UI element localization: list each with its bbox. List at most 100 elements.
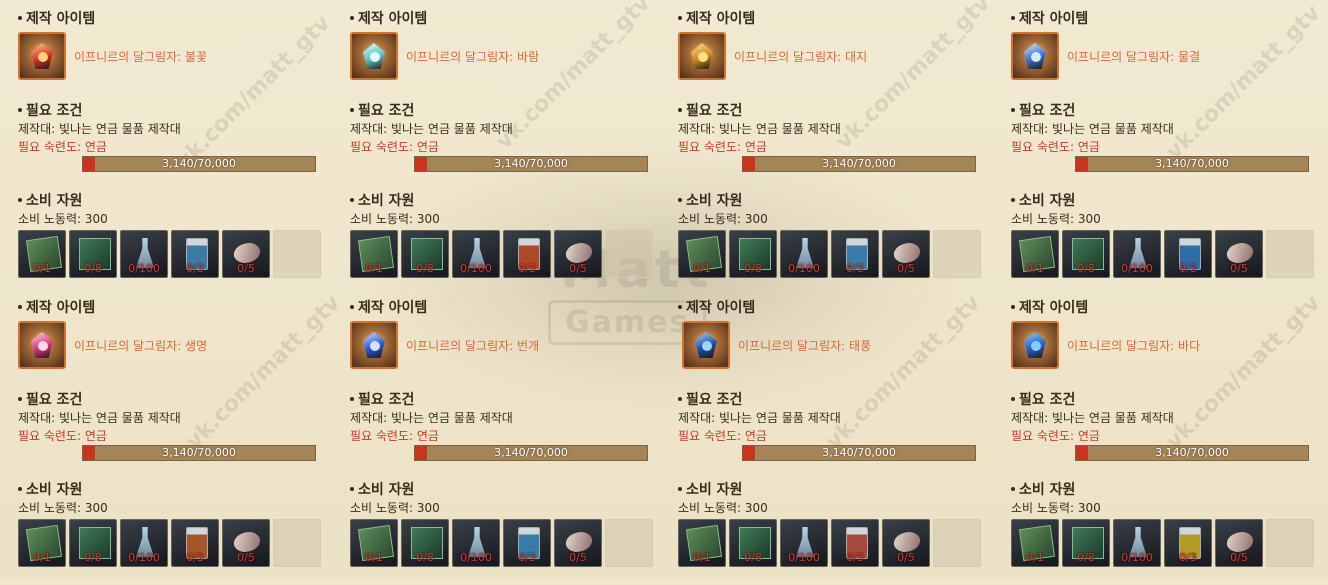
labor-text: 소비 노동력: 300: [350, 212, 440, 226]
empty-resource-slot: [605, 519, 653, 567]
resource-slot[interactable]: 0/5: [554, 519, 602, 567]
workbench-text: 제작대: 빛나는 연금 물품 제작대: [350, 411, 513, 425]
resource-slot[interactable]: 0/8: [1062, 519, 1110, 567]
proficiency-text: 필요 숙련도: 연금: [678, 140, 767, 154]
resource-slot[interactable]: 0/5: [554, 230, 602, 278]
slot-count: 0/8: [744, 262, 762, 275]
workbench-text: 제작대: 빛나는 연금 물품 제작대: [18, 122, 181, 136]
bullet-icon: [678, 198, 682, 202]
workbench-text: 제작대: 빛나는 연금 물품 제작대: [1011, 122, 1174, 136]
resource-slot[interactable]: 0/5: [882, 230, 930, 278]
resource-slot[interactable]: 0/8: [401, 519, 449, 567]
resource-slot[interactable]: 0/1: [1011, 230, 1059, 278]
resource-slot[interactable]: 0/8: [69, 519, 117, 567]
resource-slot[interactable]: 0/1: [678, 230, 726, 278]
crafting-grid: 제작 아이템 이프니르의 달그림자: 불꽃 필요 조건 제작대: 빛나는 연금 …: [0, 0, 1328, 578]
craft-item-label: 제작 아이템: [358, 11, 428, 27]
resource-slot[interactable]: 0/100: [452, 519, 500, 567]
resources-heading: 소비 자원: [678, 190, 742, 210]
slot-count: 0/1: [1026, 551, 1044, 564]
item-icon[interactable]: [350, 321, 398, 369]
resource-slot[interactable]: 0/5: [882, 519, 930, 567]
slot-count: 0/1: [33, 551, 51, 564]
resource-slot[interactable]: 0/1: [18, 519, 66, 567]
resource-slot[interactable]: 0/100: [780, 230, 828, 278]
proficiency-text: 필요 숙련도: 연금: [350, 429, 439, 443]
bullet-icon: [1011, 198, 1015, 202]
slot-count: 0/1: [693, 551, 711, 564]
resource-slot[interactable]: 0/8: [69, 230, 117, 278]
craft-panel: 제작 아이템 이프니르의 달그림자: 대지 필요 조건 제작대: 빛나는 연금 …: [678, 8, 988, 296]
item-icon[interactable]: [350, 32, 398, 80]
resource-slots: 0/1 0/8 0/100 0/3 0/5: [18, 519, 321, 567]
resource-slot[interactable]: 0/1: [18, 230, 66, 278]
craft-item-label: 제작 아이템: [26, 300, 96, 316]
resource-slot[interactable]: 0/3: [171, 519, 219, 567]
resource-slot[interactable]: 0/3: [831, 230, 879, 278]
slot-count: 0/5: [897, 262, 915, 275]
slot-count: 0/1: [1026, 262, 1044, 275]
resource-slot[interactable]: 0/1: [350, 519, 398, 567]
requirements-heading: 필요 조건: [18, 389, 82, 409]
proficiency-progress-bar: 3,140/70,000: [1075, 156, 1309, 172]
labor-text: 소비 노동력: 300: [678, 212, 768, 226]
requirements-label: 필요 조건: [26, 103, 83, 119]
resource-slot[interactable]: 0/3: [171, 230, 219, 278]
requirements-heading: 필요 조건: [350, 100, 414, 120]
proficiency-text: 필요 숙련도: 연금: [18, 429, 107, 443]
resource-slot[interactable]: 0/100: [120, 519, 168, 567]
resources-heading: 소비 자원: [350, 479, 414, 499]
bullet-icon: [678, 397, 682, 401]
resource-slot[interactable]: 0/8: [1062, 230, 1110, 278]
slot-count: 0/5: [237, 262, 255, 275]
resources-label: 소비 자원: [26, 193, 83, 209]
resource-slot[interactable]: 0/3: [503, 230, 551, 278]
item-icon[interactable]: [18, 32, 66, 80]
item-icon[interactable]: [18, 321, 66, 369]
resource-slot[interactable]: 0/5: [1215, 230, 1263, 278]
resource-slot[interactable]: 0/1: [350, 230, 398, 278]
workbench-text: 제작대: 빛나는 연금 물품 제작대: [678, 122, 841, 136]
bullet-icon: [18, 16, 22, 20]
item-name: 이프니르의 달그림자: 태풍: [738, 339, 872, 353]
proficiency-progress-bar: 3,140/70,000: [742, 156, 976, 172]
resource-slot[interactable]: 0/3: [831, 519, 879, 567]
resource-slot[interactable]: 0/100: [1113, 519, 1161, 567]
resource-slot[interactable]: 0/5: [1215, 519, 1263, 567]
resource-slot[interactable]: 0/3: [503, 519, 551, 567]
slot-count: 0/100: [1121, 262, 1153, 275]
item-icon[interactable]: [1011, 321, 1059, 369]
item-icon[interactable]: [678, 32, 726, 80]
requirements-heading: 필요 조건: [18, 100, 82, 120]
bullet-icon: [18, 305, 22, 309]
craft-panel: 제작 아이템 이프니르의 달그림자: 불꽃 필요 조건 제작대: 빛나는 연금 …: [18, 8, 328, 296]
slot-count: 0/100: [788, 262, 820, 275]
slot-count: 0/5: [1230, 262, 1248, 275]
resource-slot[interactable]: 0/5: [222, 230, 270, 278]
craft-item-heading: 제작 아이템: [1011, 8, 1088, 28]
item-name: 이프니르의 달그림자: 번개: [406, 339, 540, 353]
resource-slot[interactable]: 0/1: [1011, 519, 1059, 567]
resource-slot[interactable]: 0/8: [729, 230, 777, 278]
empty-resource-slot: [933, 519, 981, 567]
resource-slot[interactable]: 0/8: [729, 519, 777, 567]
resource-slot[interactable]: 0/1: [678, 519, 726, 567]
labor-text: 소비 노동력: 300: [678, 501, 768, 515]
slot-count: 0/3: [1179, 551, 1197, 564]
resource-slot[interactable]: 0/100: [780, 519, 828, 567]
item-icon[interactable]: [1011, 32, 1059, 80]
resource-slot[interactable]: 0/5: [222, 519, 270, 567]
item-icon[interactable]: [682, 321, 730, 369]
progress-text: 3,140/70,000: [822, 446, 896, 459]
resource-slot[interactable]: 0/100: [1113, 230, 1161, 278]
bullet-icon: [678, 108, 682, 112]
resource-slot[interactable]: 0/8: [401, 230, 449, 278]
workbench-text: 제작대: 빛나는 연금 물품 제작대: [350, 122, 513, 136]
slot-count: 0/3: [518, 551, 536, 564]
slot-count: 0/1: [693, 262, 711, 275]
resource-slot[interactable]: 0/3: [1164, 230, 1212, 278]
resource-slot[interactable]: 0/3: [1164, 519, 1212, 567]
progress-text: 3,140/70,000: [494, 446, 568, 459]
resource-slot[interactable]: 0/100: [120, 230, 168, 278]
resource-slot[interactable]: 0/100: [452, 230, 500, 278]
